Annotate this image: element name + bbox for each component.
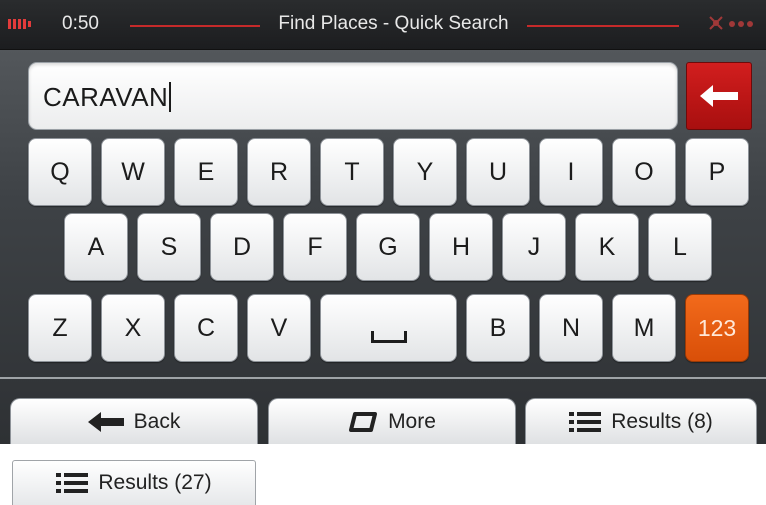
key-h[interactable]: H	[429, 213, 493, 281]
key-j[interactable]: J	[502, 213, 566, 281]
page-title: Find Places - Quick Search	[278, 13, 509, 34]
key-q[interactable]: Q	[28, 138, 92, 206]
title-divider-right	[527, 25, 679, 27]
search-input-value: CARAVAN	[43, 82, 172, 113]
key-v[interactable]: V	[247, 294, 311, 362]
navigation-screen: 0:50 Find Places - Quick Search CARAVAN …	[0, 0, 766, 444]
key-g[interactable]: G	[356, 213, 420, 281]
key-i[interactable]: I	[539, 138, 603, 206]
list-icon	[569, 411, 602, 432]
search-input[interactable]: CARAVAN	[28, 62, 678, 130]
satellite-icon	[708, 15, 724, 36]
clock: 0:50	[62, 13, 99, 34]
keyboard-divider	[0, 377, 766, 379]
text-cursor	[169, 82, 172, 112]
status-icons	[708, 15, 756, 36]
key-p[interactable]: P	[685, 138, 749, 206]
back-button-label: Back	[133, 409, 181, 433]
results-button[interactable]: Results (8)	[525, 398, 757, 444]
arrow-left-icon	[700, 85, 738, 107]
back-button[interactable]: Back	[10, 398, 258, 444]
arrow-left-icon	[87, 411, 124, 432]
key-y[interactable]: Y	[393, 138, 457, 206]
key-n[interactable]: N	[539, 294, 603, 362]
backspace-button[interactable]	[686, 62, 752, 130]
key-e[interactable]: E	[174, 138, 238, 206]
key-u[interactable]: U	[466, 138, 530, 206]
key-l[interactable]: L	[648, 213, 712, 281]
key-o[interactable]: O	[612, 138, 676, 206]
key-c[interactable]: C	[174, 294, 238, 362]
key-z[interactable]: Z	[28, 294, 92, 362]
battery-icon	[8, 17, 32, 31]
signal-dots-icon	[728, 18, 756, 34]
title-bar: 0:50 Find Places - Quick Search	[0, 0, 766, 50]
key-f[interactable]: F	[283, 213, 347, 281]
key-a[interactable]: A	[64, 213, 128, 281]
title-divider-left	[130, 25, 260, 27]
key-t[interactable]: T	[320, 138, 384, 206]
key-s[interactable]: S	[137, 213, 201, 281]
key-w[interactable]: W	[101, 138, 165, 206]
key-b[interactable]: B	[466, 294, 530, 362]
key-m[interactable]: M	[612, 294, 676, 362]
numeric-key[interactable]: 123	[685, 294, 749, 362]
key-k[interactable]: K	[575, 213, 639, 281]
more-button[interactable]: More	[268, 398, 516, 444]
results-button-alt[interactable]: Results (27)	[12, 460, 256, 505]
key-r[interactable]: R	[247, 138, 311, 206]
space-bar-icon	[370, 331, 407, 343]
more-icon	[348, 411, 378, 433]
more-button-label: More	[388, 409, 436, 433]
results-button-label: Results (8)	[611, 409, 713, 433]
key-x[interactable]: X	[101, 294, 165, 362]
results-button-alt-label: Results (27)	[98, 471, 212, 494]
key-d[interactable]: D	[210, 213, 274, 281]
space-key[interactable]	[320, 294, 457, 362]
list-icon	[56, 473, 89, 493]
